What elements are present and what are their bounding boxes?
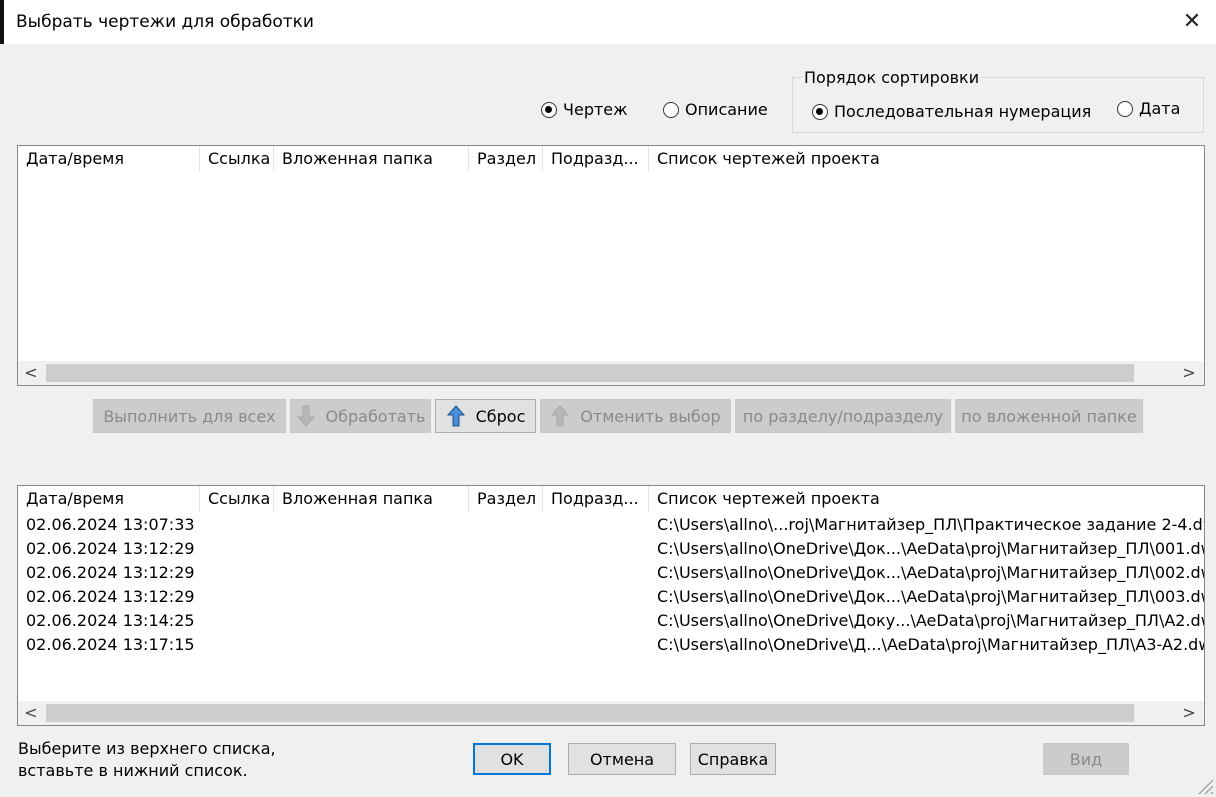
radio-description-label: Описание [685, 100, 768, 119]
reset-button[interactable]: Сброс [435, 399, 536, 433]
view-button[interactable]: Вид [1043, 743, 1129, 775]
radio-sequential-label: Последовательная нумерация [834, 102, 1092, 121]
column-header-drawing-list[interactable]: Список чертежей проекта [649, 146, 1204, 172]
table-row[interactable]: 02.06.2024 13:17:15 C:\Users\allno\OneDr… [18, 633, 1204, 657]
reset-label: Сброс [475, 406, 526, 426]
sort-order-label: Порядок сортировки [802, 68, 982, 87]
row-path: C:\Users\allno\OneDrive\Док...\AeData\pr… [657, 539, 1205, 558]
deselect-button[interactable]: Отменить выбор [540, 399, 731, 433]
radio-date-indicator[interactable] [1117, 100, 1133, 117]
hint-text: Выберите из верхнего списка, вставьте в … [18, 738, 276, 782]
run-for-all-label: Выполнить для всех [103, 406, 276, 426]
table-row[interactable]: 02.06.2024 13:07:33 C:\Users\allno\...ro… [18, 513, 1204, 537]
ok-button[interactable]: OK [473, 743, 551, 775]
radio-sequential-indicator[interactable] [812, 103, 828, 120]
arrow-up-icon [446, 405, 465, 427]
row-datetime: 02.06.2024 13:12:29 [26, 539, 195, 558]
deselect-label: Отменить выбор [580, 406, 721, 426]
row-datetime: 02.06.2024 13:07:33 [26, 515, 195, 534]
process-button[interactable]: Обработать [290, 399, 431, 433]
help-label: Справка [697, 749, 769, 769]
title-bar: Выбрать чертежи для обработки ✕ [0, 0, 1216, 44]
scroll-left-icon[interactable]: < [18, 701, 44, 725]
top-list-header: Дата/время Ссылка Вложенная папка Раздел… [18, 146, 1204, 172]
row-path: C:\Users\allno\OneDrive\Док...\AeData\pr… [657, 563, 1205, 582]
hint-line-2: вставьте в нижний список. [18, 761, 248, 780]
resize-grip-icon[interactable] [1196, 777, 1214, 795]
radio-date[interactable]: Дата [1117, 99, 1180, 118]
arrow-up-icon [551, 405, 570, 427]
scroll-thumb[interactable] [46, 364, 1134, 382]
column-header-subsection[interactable]: Подразд... [543, 486, 649, 512]
radio-description[interactable]: Описание [663, 100, 768, 119]
bottom-drawing-list[interactable]: Дата/время Ссылка Вложенная папка Раздел… [17, 485, 1205, 726]
scroll-right-icon[interactable]: > [1176, 701, 1202, 725]
bottom-list-hscrollbar[interactable]: < > [18, 701, 1204, 725]
scroll-thumb[interactable] [46, 704, 1134, 722]
column-header-subsection[interactable]: Подразд... [543, 146, 649, 172]
row-path: C:\Users\allno\...roj\Магнитайзер_ПЛ\Пра… [657, 515, 1205, 534]
radio-sequential[interactable]: Последовательная нумерация [812, 102, 1091, 121]
radio-drawing-label: Чертеж [563, 100, 628, 119]
row-datetime: 02.06.2024 13:12:29 [26, 563, 195, 582]
hint-line-1: Выберите из верхнего списка, [18, 739, 276, 758]
row-datetime: 02.06.2024 13:14:25 [26, 611, 195, 630]
table-row[interactable]: 02.06.2024 13:14:25 C:\Users\allno\OneDr… [18, 609, 1204, 633]
cancel-button[interactable]: Отмена [568, 743, 676, 775]
by-section-button[interactable]: по разделу/подразделу [735, 399, 951, 433]
column-header-link[interactable]: Ссылка [200, 146, 274, 172]
row-datetime: 02.06.2024 13:17:15 [26, 635, 195, 654]
help-button[interactable]: Справка [690, 743, 776, 775]
by-subfolder-label: по вложенной папке [961, 406, 1137, 426]
row-path: C:\Users\allno\OneDrive\Д...\AeData\proj… [657, 635, 1205, 654]
scroll-left-icon[interactable]: < [18, 361, 44, 385]
column-header-drawing-list[interactable]: Список чертежей проекта [649, 486, 1204, 512]
column-header-subfolder[interactable]: Вложенная папка [274, 486, 469, 512]
column-header-section[interactable]: Раздел [469, 146, 543, 172]
table-row[interactable]: 02.06.2024 13:12:29 C:\Users\allno\OneDr… [18, 537, 1204, 561]
column-header-section[interactable]: Раздел [469, 486, 543, 512]
column-header-subfolder[interactable]: Вложенная папка [274, 146, 469, 172]
by-subfolder-button[interactable]: по вложенной папке [955, 399, 1143, 433]
view-label: Вид [1069, 749, 1103, 769]
row-path: C:\Users\allno\OneDrive\Доку...\AeData\p… [657, 611, 1205, 630]
top-drawing-list[interactable]: Дата/время Ссылка Вложенная папка Раздел… [17, 145, 1205, 386]
radio-description-indicator[interactable] [663, 101, 679, 118]
column-header-link[interactable]: Ссылка [200, 486, 274, 512]
radio-drawing-indicator[interactable] [541, 101, 557, 118]
window-edge [0, 0, 4, 44]
table-row[interactable]: 02.06.2024 13:12:29 C:\Users\allno\OneDr… [18, 561, 1204, 585]
top-list-hscrollbar[interactable]: < > [18, 361, 1204, 385]
ok-label: OK [500, 749, 524, 769]
radio-date-label: Дата [1139, 99, 1181, 118]
bottom-list-header: Дата/время Ссылка Вложенная папка Раздел… [18, 486, 1204, 512]
table-row[interactable]: 02.06.2024 13:12:29 C:\Users\allno\OneDr… [18, 585, 1204, 609]
process-label: Обработать [325, 406, 426, 426]
radio-drawing[interactable]: Чертеж [541, 100, 628, 119]
column-header-datetime[interactable]: Дата/время [18, 146, 200, 172]
run-for-all-button[interactable]: Выполнить для всех [93, 399, 286, 433]
cancel-label: Отмена [589, 749, 655, 769]
column-header-datetime[interactable]: Дата/время [18, 486, 200, 512]
scroll-right-icon[interactable]: > [1176, 361, 1202, 385]
arrow-down-icon [296, 405, 315, 427]
row-path: C:\Users\allno\OneDrive\Док...\AeData\pr… [657, 587, 1205, 606]
row-datetime: 02.06.2024 13:12:29 [26, 587, 195, 606]
window-title: Выбрать чертежи для обработки [16, 12, 314, 32]
by-section-label: по разделу/подразделу [742, 406, 944, 426]
close-icon[interactable]: ✕ [1170, 6, 1214, 38]
